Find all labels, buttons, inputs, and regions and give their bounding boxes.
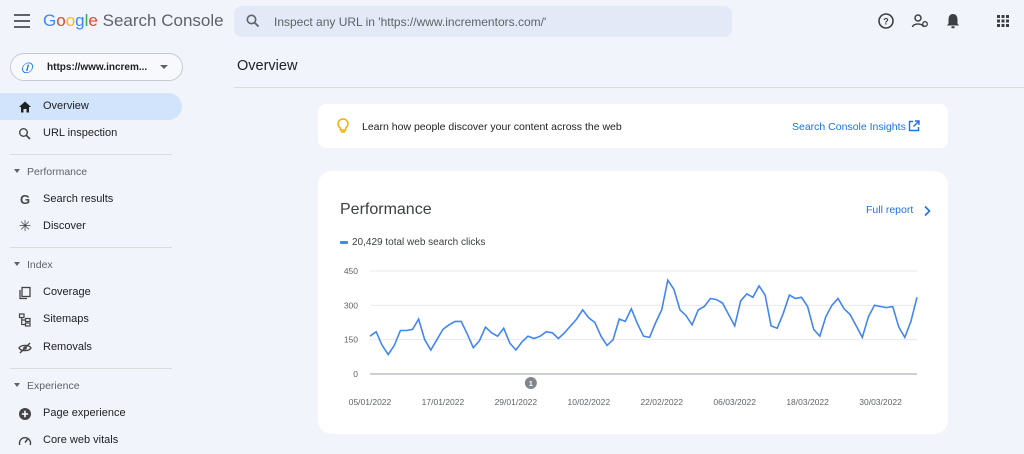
hamburger-icon[interactable] — [14, 14, 30, 28]
sidebar-item-url-inspection[interactable]: URL inspection — [0, 120, 182, 147]
sitemap-icon — [18, 313, 31, 327]
svg-text:?: ? — [883, 17, 889, 27]
section-experience[interactable]: Experience — [0, 376, 182, 396]
apps-grid-icon[interactable] — [994, 12, 1012, 30]
divider — [234, 87, 1024, 88]
caret-down-icon — [14, 262, 20, 266]
copy-icon — [19, 286, 31, 300]
chart-legend: 20,429 total web search clicks — [340, 237, 485, 248]
sidebar-item-coverage[interactable]: Coverage — [0, 279, 182, 306]
insights-text: Learn how people discover your content a… — [362, 121, 622, 133]
plus-circle-icon — [19, 408, 31, 420]
search-icon — [19, 128, 31, 140]
lightbulb-icon — [337, 118, 349, 133]
bell-icon[interactable] — [944, 12, 962, 30]
sidebar-item-search-results[interactable]: G Search results — [0, 186, 182, 213]
google-g-icon: G — [19, 192, 31, 207]
sidebar-item-sitemaps[interactable]: Sitemaps — [0, 306, 182, 333]
help-icon[interactable]: ? — [877, 12, 895, 30]
search-icon — [246, 14, 260, 28]
sidebar: Ⓘ https://www.increm... Overview URL ins… — [0, 44, 190, 454]
property-selector[interactable]: Ⓘ https://www.increm... — [10, 53, 183, 81]
insights-banner: Learn how people discover your content a… — [318, 104, 948, 148]
performance-card: Performance Full report 20,429 total web… — [318, 171, 948, 434]
gauge-icon — [18, 437, 32, 446]
manage-users-icon[interactable] — [911, 12, 929, 30]
top-bar: Google Search Console Inspect any URL in… — [0, 0, 1024, 44]
url-inspect-search[interactable]: Inspect any URL in 'https://www.incremen… — [234, 6, 732, 37]
caret-down-icon — [14, 383, 20, 387]
section-performance[interactable]: Performance — [0, 162, 182, 182]
google-search-console-logo[interactable]: Google Search Console — [43, 11, 224, 31]
caret-down-icon — [14, 169, 20, 173]
divider — [10, 247, 172, 248]
sidebar-item-core-web-vitals[interactable]: Core web vitals — [0, 427, 182, 454]
full-report-link[interactable]: Full report — [866, 204, 913, 216]
chevron-right-icon[interactable] — [922, 205, 932, 217]
home-icon — [19, 101, 31, 113]
legend-swatch — [340, 240, 348, 244]
divider — [10, 154, 172, 155]
sidebar-item-removals[interactable]: Removals — [0, 334, 182, 361]
performance-title: Performance — [340, 201, 432, 218]
sidebar-item-overview[interactable]: Overview — [0, 93, 182, 120]
open-in-new-icon[interactable] — [908, 120, 920, 132]
asterisk-icon: ✳ — [18, 218, 32, 235]
chevron-down-icon — [160, 65, 168, 69]
search-input[interactable]: Inspect any URL in 'https://www.incremen… — [274, 15, 546, 29]
page-title: Overview — [237, 58, 298, 74]
property-url: https://www.increm... — [47, 62, 148, 73]
sidebar-item-page-experience[interactable]: Page experience — [0, 400, 182, 427]
divider — [10, 368, 172, 369]
eye-off-icon — [18, 342, 32, 354]
search-console-insights-link[interactable]: Search Console Insights — [792, 121, 906, 133]
property-logo-icon: Ⓘ — [21, 63, 32, 75]
legend-label: 20,429 total web search clicks — [352, 237, 486, 248]
sidebar-item-discover[interactable]: ✳ Discover — [0, 213, 182, 240]
section-index[interactable]: Index — [0, 255, 182, 275]
product-name: Search Console — [102, 11, 224, 30]
